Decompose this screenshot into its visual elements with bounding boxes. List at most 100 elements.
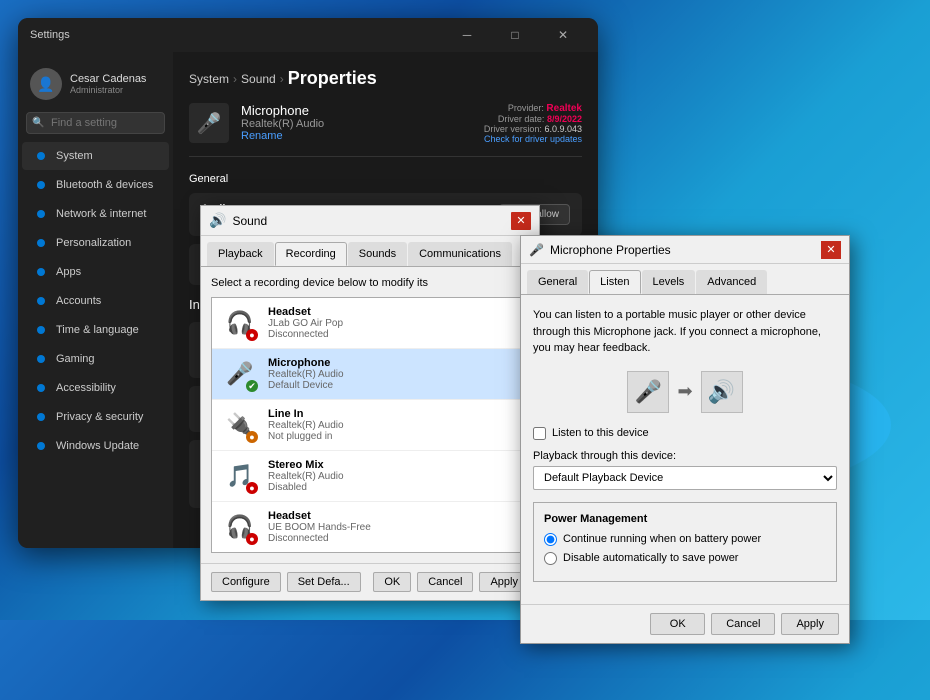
sound-instruction: Select a recording device below to modif… (211, 277, 529, 289)
titlebar-controls: ─ □ ✕ (444, 21, 586, 49)
search-icon: 🔍 (32, 118, 44, 129)
sidebar-item-bluetooth[interactable]: Bluetooth & devices (22, 171, 169, 199)
avatar: 👤 (30, 68, 62, 100)
tab-playback[interactable]: Playback (207, 242, 274, 266)
power-disable-row: Disable automatically to save power (544, 552, 826, 565)
mic-tabs: General Listen Levels Advanced (521, 264, 849, 294)
mic-ok-button[interactable]: OK (650, 613, 705, 635)
device-thumb: 🎧 ● (222, 509, 258, 545)
sidebar-user-sub: Administrator (70, 85, 146, 95)
device-icon: 🎤 (189, 103, 229, 143)
sidebar-item-personalization[interactable]: Personalization (22, 229, 169, 257)
system-icon (34, 149, 48, 163)
provider-label: Provider: (508, 103, 544, 113)
headset1-name: Headset (268, 306, 343, 318)
provider-value: Realtek (546, 103, 582, 114)
minimize-button[interactable]: ─ (444, 21, 490, 49)
device-thumb: 🎵 ● (222, 458, 258, 494)
sound-dialog-icon: 🔊 (209, 212, 226, 229)
mic-input-icon: 🎤 (627, 371, 669, 413)
mic-cancel-button[interactable]: Cancel (711, 613, 775, 635)
mic-tab-advanced[interactable]: Advanced (696, 270, 767, 294)
headset2-status: ● (246, 533, 258, 545)
playback-select[interactable]: Default Playback Device (533, 466, 837, 490)
gaming-icon (34, 352, 48, 366)
power-continue-row: Continue running when on battery power (544, 533, 826, 546)
sound-content: Select a recording device below to modif… (201, 266, 539, 563)
continue-radio[interactable] (544, 533, 557, 546)
list-item[interactable]: 🎤 ✔ Microphone Realtek(R) Audio Default … (212, 349, 528, 400)
sidebar-item-windows-update[interactable]: Windows Update (22, 432, 169, 460)
sidebar-item-network-label: Network & internet (56, 208, 146, 220)
sidebar-item-privacy-label: Privacy & security (56, 411, 143, 423)
mic-props-close[interactable]: ✕ (821, 241, 841, 259)
configure-button[interactable]: Configure (211, 572, 281, 592)
disable-label: Disable automatically to save power (563, 552, 738, 564)
sound-footer: Configure Set Defa... OK Cancel Apply (201, 563, 539, 600)
breadcrumb-sep2: › (280, 72, 284, 86)
sidebar-item-accessibility[interactable]: Accessibility (22, 374, 169, 402)
sidebar-item-gaming[interactable]: Gaming (22, 345, 169, 373)
set-default-button[interactable]: Set Defa... (287, 572, 361, 592)
mic-tab-general[interactable]: General (527, 270, 588, 294)
device-status[interactable]: Rename (241, 130, 324, 142)
sidebar-item-network[interactable]: Network & internet (22, 200, 169, 228)
sound-ok-button[interactable]: OK (373, 572, 411, 592)
sidebar-item-system[interactable]: System (22, 142, 169, 170)
sidebar-item-privacy[interactable]: Privacy & security (22, 403, 169, 431)
list-item[interactable]: 🔌 ● Line In Realtek(R) Audio Not plugged… (212, 400, 528, 451)
list-item[interactable]: 🎧 ● Headset UE BOOM Hands-Free Disconnec… (212, 502, 528, 552)
device-driver: Realtek(R) Audio (241, 118, 324, 130)
mic-apply-button[interactable]: Apply (781, 613, 839, 635)
device-thumb: 🎤 ✔ (222, 356, 258, 392)
search-input[interactable] (26, 112, 165, 134)
list-item[interactable]: 🎧 ● Headset JLab GO Air Pop Disconnected (212, 298, 528, 349)
device-thumb: 🔌 ● (222, 407, 258, 443)
sound-dialog-close[interactable]: ✕ (511, 212, 531, 230)
sidebar-search: 🔍 (26, 112, 165, 134)
sidebar-item-time[interactable]: Time & language (22, 316, 169, 344)
date-value: 8/9/2022 (547, 114, 582, 124)
sidebar-item-system-label: System (56, 150, 93, 162)
device-info: Microphone Realtek(R) Audio Rename (241, 103, 324, 142)
power-mgmt-title: Power Management (544, 513, 826, 525)
device-header: 🎤 Microphone Realtek(R) Audio Rename Pro… (189, 103, 582, 157)
mic-speaker-icon: 🔊 (701, 371, 743, 413)
list-item[interactable]: 🎵 ● Stereo Mix Realtek(R) Audio Disabled (212, 451, 528, 502)
time-icon (34, 323, 48, 337)
playback-label: Playback through this device: (533, 450, 837, 462)
mic-tab-levels[interactable]: Levels (642, 270, 696, 294)
sidebar-item-accounts[interactable]: Accounts (22, 287, 169, 315)
sidebar-item-gaming-label: Gaming (56, 353, 95, 365)
breadcrumb-properties: Properties (288, 68, 377, 89)
tab-sounds[interactable]: Sounds (348, 242, 407, 266)
linein-status: ● (246, 431, 258, 443)
general-title: General (189, 173, 582, 185)
breadcrumb-system: System (189, 72, 229, 86)
tab-recording[interactable]: Recording (275, 242, 347, 266)
mic-tab-listen[interactable]: Listen (589, 270, 640, 294)
sidebar-item-windows-update-label: Windows Update (56, 440, 139, 452)
microphone-name: Microphone (268, 357, 344, 369)
sound-dialog-title: 🔊 Sound (209, 212, 267, 229)
check-driver-link[interactable]: Check for driver updates (484, 134, 582, 144)
network-icon (34, 207, 48, 221)
sidebar-item-apps[interactable]: Apps (22, 258, 169, 286)
mic-icons-row: 🎤 ➡ 🔊 (533, 371, 837, 413)
listen-checkbox[interactable] (533, 427, 546, 440)
listen-check-row: Listen to this device (533, 427, 837, 440)
tab-communications[interactable]: Communications (408, 242, 512, 266)
sidebar-item-time-label: Time & language (56, 324, 139, 336)
privacy-icon (34, 410, 48, 424)
maximize-button[interactable]: □ (492, 21, 538, 49)
disable-radio[interactable] (544, 552, 557, 565)
mic-props-titlebar: 🎤 Microphone Properties ✕ (521, 236, 849, 264)
bluetooth-icon (34, 178, 48, 192)
settings-titlebar: Settings ─ □ ✕ (18, 18, 598, 52)
breadcrumb: System › Sound › Properties (189, 68, 582, 89)
microphone-status: ✔ (246, 380, 258, 392)
sound-cancel-button[interactable]: Cancel (417, 572, 473, 592)
mic-props-title: 🎤 Microphone Properties (529, 243, 671, 257)
sound-dialog: 🔊 Sound ✕ Playback Recording Sounds Comm… (200, 205, 540, 601)
close-button[interactable]: ✕ (540, 21, 586, 49)
